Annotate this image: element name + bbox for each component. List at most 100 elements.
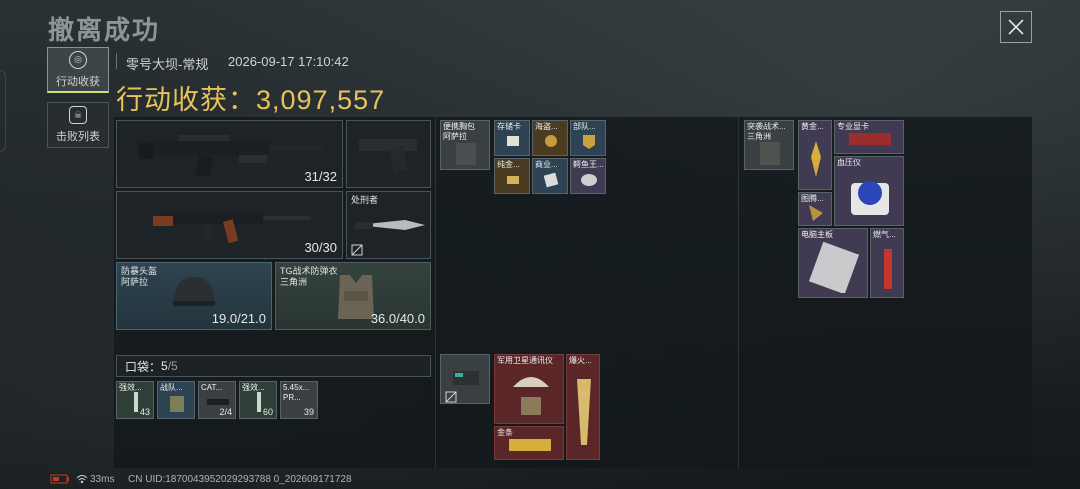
- ammo-count: 31/32: [304, 169, 337, 184]
- bag-item[interactable]: 专业显卡: [834, 120, 904, 154]
- item-label: 部队...: [573, 122, 596, 131]
- ammo-count: 30/30: [304, 240, 337, 255]
- gas-canister-icon: [884, 249, 892, 289]
- gold-item-icon: [507, 176, 519, 184]
- pocket-item[interactable]: 5.45x... PR... 39: [280, 381, 318, 419]
- chest-item[interactable]: 商业...: [532, 158, 568, 194]
- chest-rig-slot[interactable]: 便携胸包 阿萨拉: [440, 120, 490, 170]
- memory-card-icon: [507, 136, 519, 146]
- backpack-item[interactable]: 爆火...: [566, 354, 600, 460]
- map-name: 零号大坝-常规: [126, 57, 209, 72]
- bag-name: 突袭战术...: [747, 122, 786, 131]
- column-divider: [738, 117, 739, 468]
- backpack-slot[interactable]: [440, 354, 490, 404]
- helmet-name: 防暴头盔 阿萨拉: [121, 266, 157, 288]
- item-count: 43: [139, 407, 150, 417]
- knife-icon: [355, 220, 425, 230]
- pocket-item[interactable]: CAT... 2/4: [198, 381, 236, 419]
- primary-weapon-slot[interactable]: 31/32: [116, 120, 343, 188]
- vest-title: TG战术防弹衣: [280, 266, 338, 276]
- vest-sub: 三角洲: [280, 277, 308, 287]
- item-label: 5.45x... PR...: [283, 383, 309, 403]
- chest-item[interactable]: 纯金...: [494, 158, 530, 194]
- pistol-slot[interactable]: [346, 120, 431, 188]
- ammo-sub: PR...: [283, 393, 301, 402]
- tab-loot[interactable]: ◎ 行动收获: [47, 47, 109, 93]
- ammo-type: 5.45x...: [283, 383, 310, 392]
- ak-rifle-icon: [153, 214, 311, 244]
- tab-kills[interactable]: ☠ 击败列表: [47, 102, 109, 148]
- chest-rig-name: 便携胸包: [443, 122, 475, 131]
- bag-item[interactable]: 血压仪: [834, 156, 904, 226]
- pocket-item[interactable]: 强效... 43: [116, 381, 154, 419]
- blood-pressure-monitor-icon: [851, 181, 889, 215]
- battery-icon: [50, 474, 72, 487]
- backpack-icon: [453, 371, 479, 385]
- pocket-header: 口袋： 5/5: [116, 355, 431, 377]
- document-icon: [543, 172, 559, 188]
- helmet-durability: 19.0/21.0: [211, 311, 266, 326]
- chest-item[interactable]: 部队...: [570, 120, 606, 156]
- bag-item[interactable]: 黄金...: [798, 120, 832, 190]
- watch-icon: [581, 174, 597, 186]
- tab-kills-label: 击败列表: [56, 131, 100, 143]
- loot-label: 行动收获：: [116, 85, 256, 115]
- pocket-item[interactable]: 强效... 60: [239, 381, 277, 419]
- item-label: 燃气...: [873, 230, 896, 239]
- item-label: 海盗...: [535, 122, 558, 131]
- helmet-sub: 阿萨拉: [121, 277, 149, 287]
- keycard-icon: [170, 396, 184, 412]
- motherboard-icon: [809, 241, 859, 293]
- chest-item[interactable]: 鳄鱼王...: [570, 158, 606, 194]
- ping: 33ms: [90, 474, 115, 485]
- bag-item[interactable]: 电脑主板: [798, 228, 868, 298]
- item-label: 存储卡: [497, 122, 521, 131]
- item-label: 战队...: [160, 383, 183, 392]
- tab-loot-label: 行动收获: [56, 75, 100, 88]
- item-label: 爆火...: [569, 356, 592, 365]
- bag-slot[interactable]: 突袭战术... 三角洲: [744, 120, 794, 170]
- chest-item[interactable]: 存储卡: [494, 120, 530, 156]
- vest-slot[interactable]: TG战术防弹衣 三角洲 36.0/40.0: [275, 262, 431, 330]
- chest-item[interactable]: 海盗...: [532, 120, 568, 156]
- item-label: 纯金...: [497, 160, 520, 169]
- vest-durability: 36.0/40.0: [370, 311, 425, 326]
- bag-icon: [760, 142, 780, 165]
- skull-icon: ☠: [69, 106, 87, 124]
- pocket-count: 5: [161, 359, 168, 373]
- secondary-weapon-slot[interactable]: 30/30: [116, 191, 343, 259]
- statue-icon: [811, 141, 821, 177]
- uid: CN UID:1870043952029293788 0_20260917172…: [128, 474, 352, 485]
- item-count: 60: [262, 407, 273, 417]
- item-count: 39: [303, 407, 314, 417]
- item-label: CAT...: [201, 383, 223, 392]
- close-button[interactable]: [1000, 11, 1032, 43]
- backpack-item[interactable]: 金条: [494, 426, 564, 460]
- item-label: 鳄鱼王...: [573, 160, 604, 169]
- no-insure-icon: [351, 244, 363, 256]
- datetime: 2026-09-17 17:10:42: [228, 54, 349, 69]
- melee-slot[interactable]: 处刑者: [346, 191, 431, 259]
- loot-total: 行动收获：3,097,557: [116, 78, 385, 117]
- column-divider: [435, 117, 436, 468]
- gold-bar-icon: [509, 439, 551, 451]
- pistol-icon: [359, 139, 417, 173]
- backpack-item[interactable]: 军用卫星通讯仪: [494, 354, 564, 424]
- item-count: 2/4: [219, 407, 232, 417]
- bag-item[interactable]: 燃气...: [870, 228, 904, 298]
- gpu-icon: [849, 133, 891, 145]
- pocket-item[interactable]: 战队...: [157, 381, 195, 419]
- chest-rig-icon: [456, 143, 476, 165]
- left-edge-handle[interactable]: [0, 70, 6, 152]
- pocket-label: 口袋：: [125, 359, 162, 374]
- badge-icon: [583, 135, 595, 149]
- satellite-phone-icon: [513, 377, 549, 415]
- vest-name: TG战术防弹衣 三角洲: [280, 266, 338, 288]
- helmet-slot[interactable]: 防暴头盔 阿萨拉 19.0/21.0: [116, 262, 272, 330]
- no-insure-icon: [445, 391, 457, 403]
- coin-icon: [545, 135, 557, 147]
- rifle-icon: [139, 135, 324, 177]
- totem-icon: [809, 205, 823, 221]
- bag-item[interactable]: 图腾...: [798, 192, 832, 226]
- item-label: 军用卫星通讯仪: [497, 356, 553, 365]
